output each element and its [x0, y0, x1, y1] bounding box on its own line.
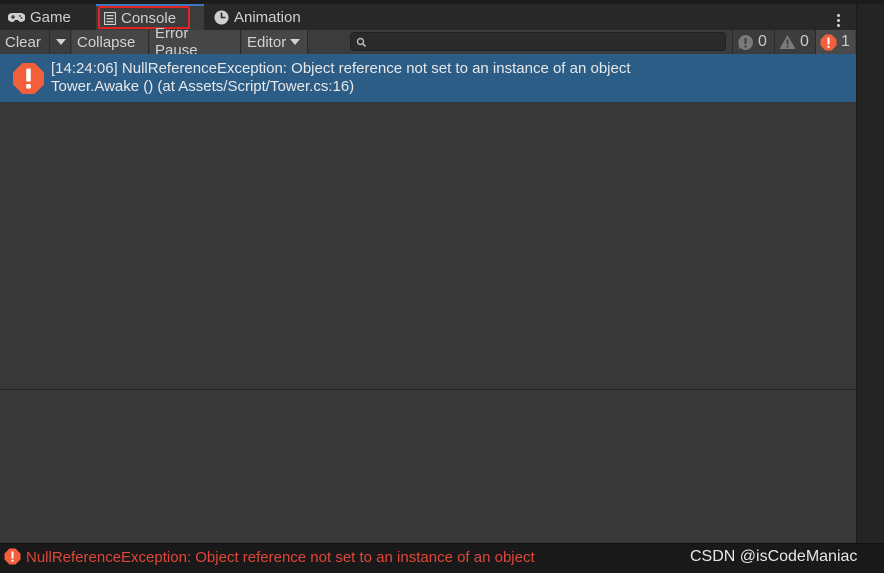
error-count: 1: [841, 33, 850, 50]
info-count: 0: [758, 33, 767, 50]
collapse-toggle[interactable]: Collapse: [72, 30, 149, 54]
chevron-down-icon: [55, 39, 66, 45]
right-side-strip: [856, 4, 884, 543]
status-bar: NullReferenceException: Object reference…: [0, 543, 884, 573]
search-field[interactable]: [350, 32, 726, 51]
editor-label: Editor: [247, 33, 287, 51]
warning-count: 0: [800, 33, 809, 50]
collapse-label: Collapse: [77, 33, 136, 51]
log-list: [14:24:06] NullReferenceException: Objec…: [0, 54, 856, 390]
tab-animation-label: Animation: [234, 8, 301, 26]
clear-button-label: Clear: [5, 33, 41, 51]
unity-editor-window: Game Console Animation Clear Collapse Er…: [0, 0, 884, 573]
clock-icon: [214, 10, 229, 25]
search-icon: [356, 35, 367, 53]
error-icon: [12, 62, 45, 100]
more-options-icon[interactable]: [830, 10, 846, 30]
log-detail-pane: [0, 390, 856, 543]
warning-icon: [779, 34, 796, 50]
error-pause-toggle[interactable]: Error Pause: [150, 25, 241, 59]
error-count-toggle[interactable]: 1: [815, 30, 855, 54]
clear-options-dropdown[interactable]: [51, 30, 71, 54]
clear-button[interactable]: Clear: [0, 30, 50, 54]
error-icon: [820, 34, 837, 51]
info-message-icon: [737, 34, 754, 51]
warning-count-toggle[interactable]: 0: [774, 30, 812, 54]
log-entry-error[interactable]: [14:24:06] NullReferenceException: Objec…: [0, 54, 856, 102]
search-input[interactable]: [371, 33, 721, 50]
tab-game[interactable]: Game: [0, 4, 92, 30]
chevron-down-icon: [290, 39, 301, 45]
tab-game-label: Game: [30, 8, 71, 26]
watermark: CSDN @isCodeManiac: [690, 548, 858, 565]
gamepad-icon: [8, 12, 25, 23]
log-entry-message: [14:24:06] NullReferenceException: Objec…: [51, 60, 631, 77]
log-entry-stacktrace: Tower.Awake () (at Assets/Script/Tower.c…: [51, 78, 355, 95]
info-count-toggle[interactable]: 0: [732, 30, 770, 54]
editor-dropdown[interactable]: Editor: [242, 30, 308, 54]
error-icon: [4, 548, 21, 570]
status-message[interactable]: NullReferenceException: Object reference…: [26, 549, 535, 566]
